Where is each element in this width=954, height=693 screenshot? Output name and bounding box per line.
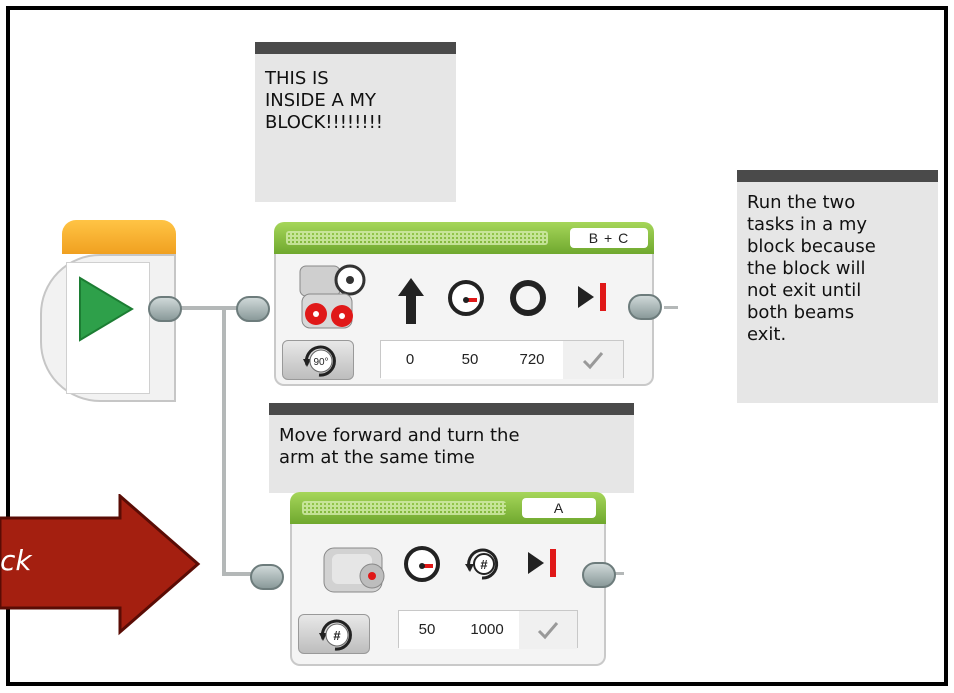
medium-motor-block[interactable]: A # # 50 1000 [250,492,630,670]
rotations-circle-icon [510,280,546,316]
svg-text:#: # [480,557,488,572]
port-selector[interactable]: A [522,498,596,518]
mode-selector[interactable]: 90° [282,340,354,380]
comment-bar [737,170,938,182]
parameter-strip: 0 50 720 [380,340,624,379]
comment-move-forward[interactable]: Move forward and turn the arm at the sam… [269,403,634,493]
degrees-value[interactable]: 1000 [455,611,520,649]
degrees-icon: # [465,548,499,580]
comment-bar [255,42,456,54]
comment-bar [269,403,634,415]
port-selector[interactable]: B + C [570,228,648,248]
power-gauge-icon [404,546,440,582]
power-value[interactable]: 50 [439,341,502,379]
degrees-mode-icon: 90° [303,345,336,377]
sequence-out-plug[interactable] [148,296,182,322]
degrees-value[interactable]: 720 [501,341,564,379]
brake-value[interactable] [519,611,577,649]
check-icon [537,622,559,640]
dual-motor-steering-icon [299,264,366,329]
comment-run-two-tasks[interactable]: Run the two tasks in a my block because … [737,170,938,403]
mode-label: # [333,628,341,643]
sequence-in-plug[interactable] [250,564,284,590]
block-header: A [290,492,606,524]
steering-value[interactable]: 0 [381,341,440,379]
steering-arrow-icon [398,278,424,324]
degrees-mode-icon: # [319,619,352,651]
sequence-in-plug[interactable] [236,296,270,322]
callout-text: ck [0,544,32,577]
header-grip [302,501,506,515]
comment-inside-my-block[interactable]: THIS IS INSIDE A MY BLOCK!!!!!!!! [255,42,456,202]
medium-motor-icon [323,547,385,593]
sequence-wire-branch [222,306,226,576]
brake-at-end-icon [528,549,556,577]
sequence-out-plug[interactable] [628,294,662,320]
sequence-out-plug[interactable] [582,562,616,588]
mode-label: 90° [313,357,328,368]
start-block[interactable] [40,220,182,402]
comment-text: Run the two tasks in a my block because … [747,192,876,345]
comment-text: Move forward and turn the arm at the sam… [279,425,520,468]
move-steering-block[interactable]: B + C 90° 0 50 720 [236,222,676,392]
check-icon [582,352,604,370]
power-value[interactable]: 50 [399,611,456,649]
mode-selector[interactable]: # [298,614,370,654]
brake-value[interactable] [563,341,623,379]
block-header: B + C [274,222,654,254]
parameter-strip: 50 1000 [398,610,578,649]
play-icon [79,276,134,342]
comment-text: THIS IS INSIDE A MY BLOCK!!!!!!!! [265,68,384,133]
header-grip [286,231,548,245]
start-block-header [62,220,176,254]
power-gauge-icon [448,280,484,316]
brake-at-end-icon [578,283,606,311]
